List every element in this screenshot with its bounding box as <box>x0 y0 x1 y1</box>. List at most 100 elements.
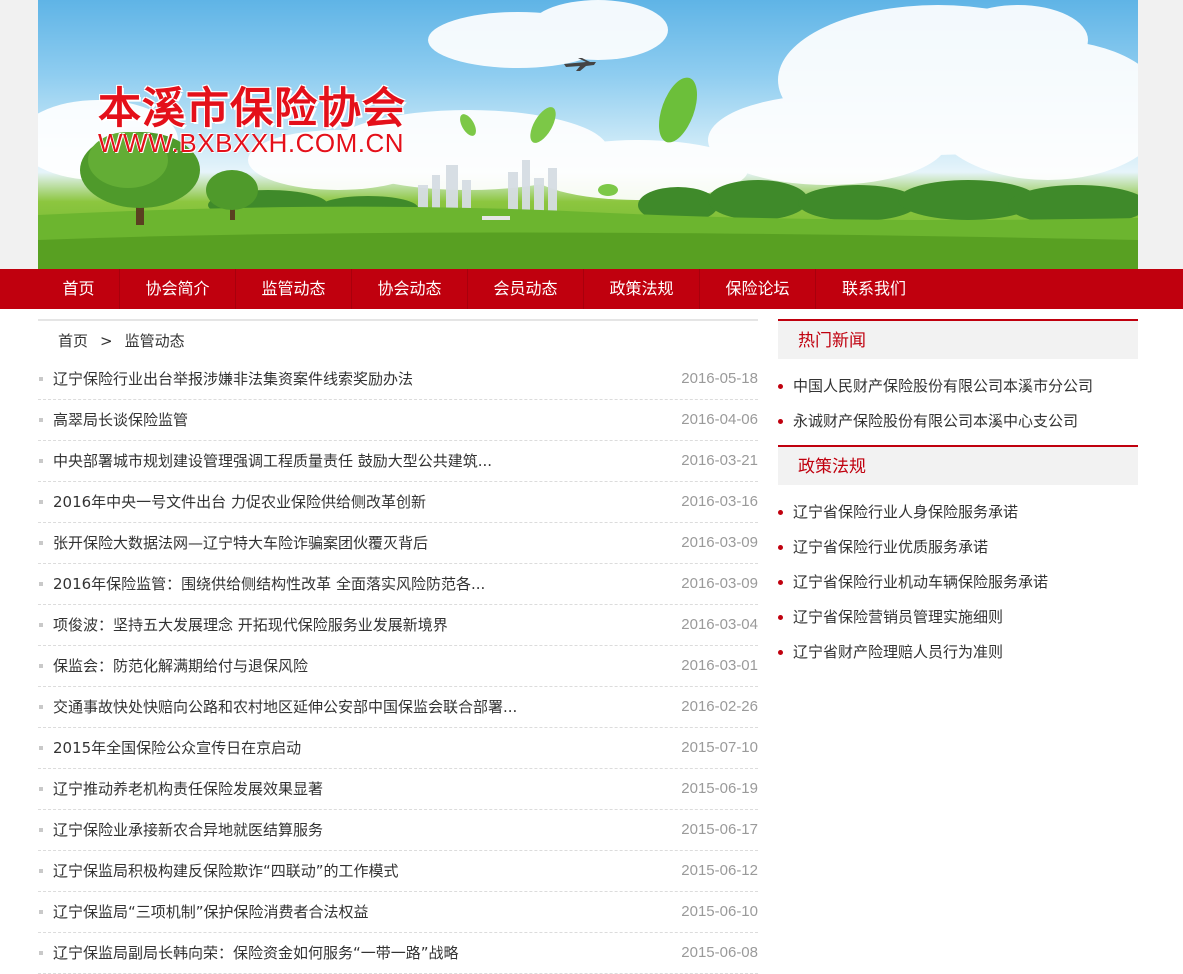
news-title[interactable]: 辽宁保监局“三项机制”保护保险消费者合法权益 <box>53 892 369 932</box>
bullet-icon <box>39 787 43 791</box>
red-bullet-icon <box>778 615 783 620</box>
news-title[interactable]: 辽宁推动养老机构责任保险发展效果显著 <box>53 769 323 809</box>
nav-items: 首页 协会简介 监管动态 协会动态 会员动态 政策法规 保险论坛 联系我们 <box>38 269 932 309</box>
news-date: 2016-03-21 <box>681 452 758 469</box>
red-bullet-icon <box>778 419 783 424</box>
policy-item-label: 辽宁省财产险理赔人员行为准则 <box>793 643 1004 661</box>
breadcrumb-current: 监管动态 <box>124 332 185 350</box>
nav-item-policy[interactable]: 政策法规 <box>584 269 700 309</box>
news-list-item[interactable]: 2016年中央一号文件出台 力促农业保险供给侧改革创新 2016-03-16 <box>38 482 758 523</box>
news-date: 2016-03-16 <box>681 493 758 510</box>
news-list-item[interactable]: 辽宁保监局副局长韩向荣：保险资金如何服务“一带一路”战略 2015-06-08 <box>38 933 758 974</box>
news-title[interactable]: 辽宁保监局积极构建反保险欺诈“四联动”的工作模式 <box>53 851 399 891</box>
bullet-icon <box>39 705 43 709</box>
news-list-item[interactable]: 2016年保险监管：围绕供给侧结构性改革 全面落实风险防范各... 2016-03… <box>38 564 758 605</box>
nav-item-home[interactable]: 首页 <box>38 269 120 309</box>
policy-item-label: 辽宁省保险行业优质服务承诺 <box>793 538 989 556</box>
bullet-icon <box>39 377 43 381</box>
hot-news-item[interactable]: 永诚财产保险股份有限公司本溪中心支公司 <box>778 404 1138 439</box>
nav-item-regulation-news[interactable]: 监管动态 <box>236 269 352 309</box>
news-list-item[interactable]: 高翠局长谈保险监管 2016-04-06 <box>38 400 758 441</box>
hot-news-item-label: 中国人民财产保险股份有限公司本溪市分公司 <box>793 377 1094 395</box>
breadcrumb: 首页 > 监管动态 <box>38 319 758 359</box>
news-list-item[interactable]: 辽宁保监局积极构建反保险欺诈“四联动”的工作模式 2015-06-12 <box>38 851 758 892</box>
news-list-item[interactable]: 辽宁推动养老机构责任保险发展效果显著 2015-06-19 <box>38 769 758 810</box>
news-title[interactable]: 2016年保险监管：围绕供给侧结构性改革 全面落实风险防范各... <box>53 564 485 604</box>
bullet-icon <box>39 664 43 668</box>
bullet-icon <box>39 500 43 504</box>
policy-item[interactable]: 辽宁省保险行业机动车辆保险服务承诺 <box>778 565 1138 600</box>
news-title[interactable]: 辽宁保险行业出台举报涉嫌非法集资案件线索奖励办法 <box>53 359 413 399</box>
news-list-item[interactable]: 保监会：防范化解满期给付与退保风险 2016-03-01 <box>38 646 758 687</box>
news-list-item[interactable]: 张开保险大数据法网—辽宁特大车险诈骗案团伙覆灭背后 2016-03-09 <box>38 523 758 564</box>
policy-item-label: 辽宁省保险行业机动车辆保险服务承诺 <box>793 573 1049 591</box>
bullet-icon <box>39 541 43 545</box>
hot-news-panel: 热门新闻 中国人民财产保险股份有限公司本溪市分公司 永诚财产保险股份有限公司本溪中… <box>778 319 1138 439</box>
hot-news-list: 中国人民财产保险股份有限公司本溪市分公司 永诚财产保险股份有限公司本溪中心支公司 <box>778 359 1138 439</box>
news-title[interactable]: 辽宁保监局副局长韩向荣：保险资金如何服务“一带一路”战略 <box>53 933 459 973</box>
bullet-icon <box>39 623 43 627</box>
bullet-icon <box>39 828 43 832</box>
news-date: 2016-03-09 <box>681 575 758 592</box>
news-section: 首页 > 监管动态 辽宁保险行业出台举报涉嫌非法集资案件线索奖励办法 2016-05-… <box>38 319 758 974</box>
news-list-item[interactable]: 交通事故快处快赔向公路和农村地区延伸公安部中国保监会联合部署... 2016-02… <box>38 687 758 728</box>
bullet-icon <box>39 951 43 955</box>
breadcrumb-home[interactable]: 首页 <box>58 332 88 350</box>
policy-item[interactable]: 辽宁省财产险理赔人员行为准则 <box>778 635 1138 670</box>
policy-heading: 政策法规 <box>778 445 1138 485</box>
news-date: 2015-06-08 <box>681 944 758 961</box>
news-date: 2015-06-19 <box>681 780 758 797</box>
news-date: 2015-06-10 <box>681 903 758 920</box>
breadcrumb-separator: > <box>100 332 113 350</box>
policy-item[interactable]: 辽宁省保险营销员管理实施细则 <box>778 600 1138 635</box>
nav-item-association-news[interactable]: 协会动态 <box>352 269 468 309</box>
nav-item-about[interactable]: 协会简介 <box>120 269 236 309</box>
news-title[interactable]: 项俊波：坚持五大发展理念 开拓现代保险服务业发展新境界 <box>53 605 448 645</box>
news-title[interactable]: 2016年中央一号文件出台 力促农业保险供给侧改革创新 <box>53 482 426 522</box>
red-bullet-icon <box>778 510 783 515</box>
hot-news-heading: 热门新闻 <box>778 319 1138 359</box>
hot-news-item[interactable]: 中国人民财产保险股份有限公司本溪市分公司 <box>778 369 1138 404</box>
bullet-icon <box>39 582 43 586</box>
news-title[interactable]: 高翠局长谈保险监管 <box>53 400 188 440</box>
bullet-icon <box>39 869 43 873</box>
nav-item-contact[interactable]: 联系我们 <box>816 269 932 309</box>
nav-item-forum[interactable]: 保险论坛 <box>700 269 816 309</box>
news-title[interactable]: 张开保险大数据法网—辽宁特大车险诈骗案团伙覆灭背后 <box>53 523 428 563</box>
policy-list: 辽宁省保险行业人身保险服务承诺 辽宁省保险行业优质服务承诺辽宁省保险行业机动车辆保… <box>778 485 1138 670</box>
news-list-item[interactable]: 项俊波：坚持五大发展理念 开拓现代保险服务业发展新境界 2016-03-04 <box>38 605 758 646</box>
news-date: 2016-03-04 <box>681 616 758 633</box>
news-title[interactable]: 辽宁保险业承接新农合异地就医结算服务 <box>53 810 323 850</box>
policy-item-label: 辽宁省保险营销员管理实施细则 <box>793 608 1004 626</box>
news-list-item[interactable]: 辽宁保险行业出台举报涉嫌非法集资案件线索奖励办法 2016-05-18 <box>38 359 758 400</box>
news-date: 2015-06-12 <box>681 862 758 879</box>
news-date: 2015-07-10 <box>681 739 758 756</box>
bullet-icon <box>39 459 43 463</box>
news-title[interactable]: 保监会：防范化解满期给付与退保风险 <box>53 646 308 686</box>
news-list-item[interactable]: 辽宁保险业承接新农合异地就医结算服务 2015-06-17 <box>38 810 758 851</box>
bullet-icon <box>39 746 43 750</box>
news-list-item[interactable]: 辽宁保监局“三项机制”保护保险消费者合法权益 2015-06-10 <box>38 892 758 933</box>
hot-news-item-label: 永诚财产保险股份有限公司本溪中心支公司 <box>793 412 1079 430</box>
sidebar: 热门新闻 中国人民财产保险股份有限公司本溪市分公司 永诚财产保险股份有限公司本溪中… <box>778 319 1138 676</box>
bullet-icon <box>39 418 43 422</box>
news-date: 2016-05-18 <box>681 370 758 387</box>
news-title[interactable]: 中央部署城市规划建设管理强调工程质量责任 鼓励大型公共建筑... <box>53 441 492 481</box>
site-title: 本溪市保险协会 <box>98 84 406 134</box>
news-list-item[interactable]: 中央部署城市规划建设管理强调工程质量责任 鼓励大型公共建筑... 2016-03-… <box>38 441 758 482</box>
news-date: 2016-02-26 <box>681 698 758 715</box>
red-bullet-icon <box>778 384 783 389</box>
news-title[interactable]: 2015年全国保险公众宣传日在京启动 <box>53 728 301 768</box>
policy-item[interactable]: 辽宁省保险行业优质服务承诺 <box>778 530 1138 565</box>
news-list-item[interactable]: 2015年全国保险公众宣传日在京启动 2015-07-10 <box>38 728 758 769</box>
news-title[interactable]: 交通事故快处快赔向公路和农村地区延伸公安部中国保监会联合部署... <box>53 687 517 727</box>
policy-item[interactable]: 辽宁省保险行业人身保险服务承诺 <box>778 495 1138 530</box>
policy-item-label: 辽宁省保险行业人身保险服务承诺 <box>793 503 1019 521</box>
news-date: 2015-06-17 <box>681 821 758 838</box>
news-date: 2016-03-09 <box>681 534 758 551</box>
red-bullet-icon <box>778 580 783 585</box>
red-bullet-icon <box>778 650 783 655</box>
bullet-icon <box>39 910 43 914</box>
nav-item-member-news[interactable]: 会员动态 <box>468 269 584 309</box>
site-url: WWW.BXBXXH.COM.CN <box>98 128 405 158</box>
